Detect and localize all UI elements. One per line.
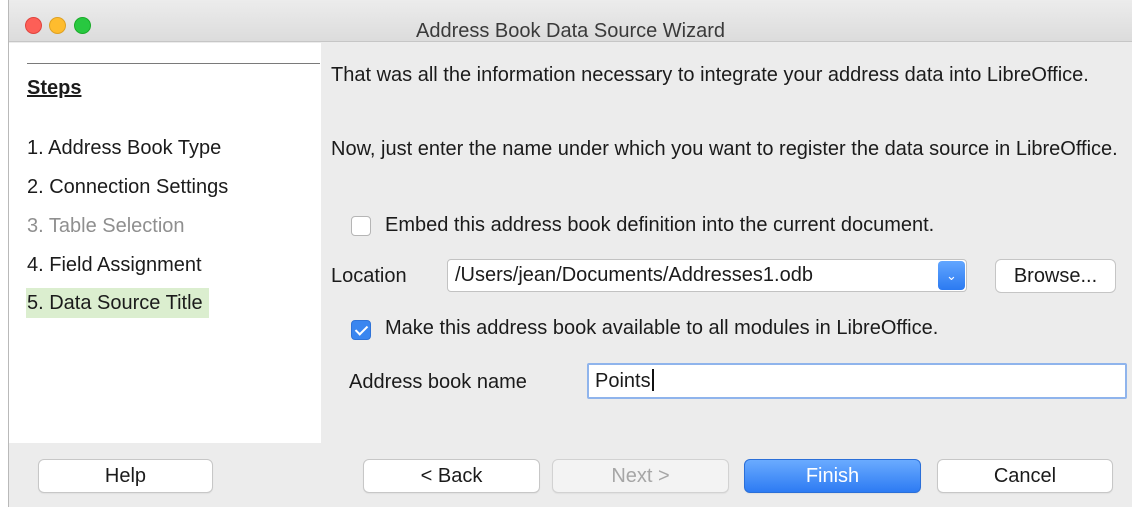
location-combo[interactable]: /Users/jean/Documents/Addresses1.odb ⌄ (447, 259, 967, 292)
location-label: Location (331, 265, 407, 287)
steps-heading: Steps (27, 77, 82, 99)
browse-button[interactable]: Browse... (995, 259, 1116, 293)
text-caret (651, 369, 654, 391)
step-address-book-type[interactable]: 1. Address Book Type (26, 133, 227, 163)
embed-checkbox[interactable] (351, 216, 371, 236)
available-checkbox[interactable] (351, 320, 371, 340)
finish-button[interactable]: Finish (744, 459, 921, 493)
step-data-source-title[interactable]: 5. Data Source Title (26, 288, 209, 318)
steps-sidebar: Steps 1. Address Book Type 2. Connection… (9, 43, 321, 443)
next-button: Next > (552, 459, 729, 493)
title-bar: Address Book Data Source Wizard (9, 0, 1132, 42)
steps-divider (27, 63, 320, 64)
chevron-down-icon[interactable]: ⌄ (938, 261, 965, 290)
location-value: /Users/jean/Documents/Addresses1.odb (455, 264, 813, 286)
available-checkbox-label[interactable]: Make this address book available to all … (385, 317, 938, 340)
help-button[interactable]: Help (38, 459, 213, 493)
step-connection-settings[interactable]: 2. Connection Settings (26, 172, 234, 202)
cancel-button[interactable]: Cancel (937, 459, 1113, 493)
step-table-selection: 3. Table Selection (27, 215, 185, 237)
address-book-name-input[interactable]: Points (587, 363, 1127, 399)
wizard-page-content: That was all the information necessary t… (321, 43, 1132, 443)
instruction-text: Now, just enter the name under which you… (331, 138, 1118, 160)
intro-text: That was all the information necessary t… (331, 64, 1089, 86)
step-field-assignment[interactable]: 4. Field Assignment (26, 250, 208, 280)
address-book-name-value: Points (595, 370, 651, 392)
back-button[interactable]: < Back (363, 459, 540, 493)
window-title: Address Book Data Source Wizard (415, 20, 726, 42)
address-book-name-label: Address book name (349, 371, 527, 393)
embed-checkbox-label[interactable]: Embed this address book definition into … (385, 214, 934, 237)
wizard-window: Address Book Data Source Wizard Steps 1.… (8, 0, 1132, 507)
